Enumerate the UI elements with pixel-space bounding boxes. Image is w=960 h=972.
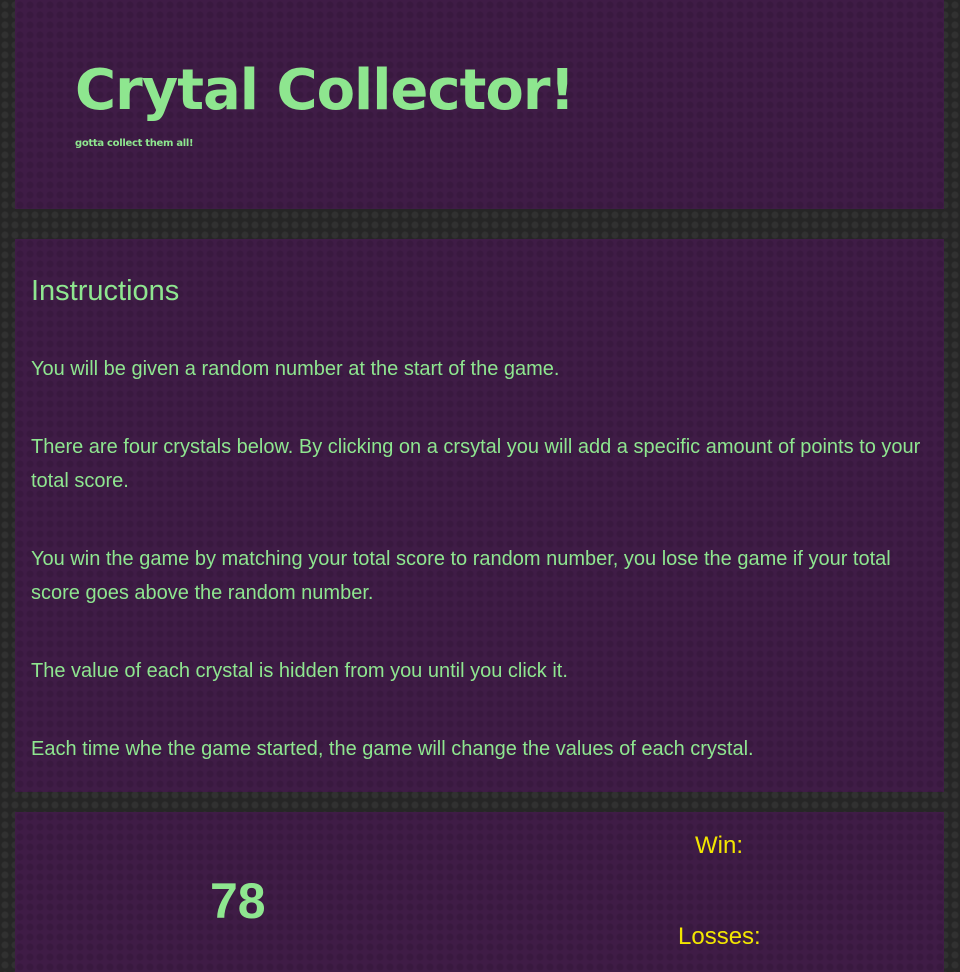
game-panel: 78 Win: Losses: bbox=[15, 812, 944, 972]
instruction-paragraph: You will be given a random number at the… bbox=[31, 358, 560, 380]
page-title: Crytal Collector! bbox=[75, 58, 575, 123]
instruction-paragraph: You win the game by matching your total … bbox=[31, 548, 891, 604]
page-subtitle: gotta collect them all! bbox=[75, 138, 194, 149]
header-jumbotron: Crytal Collector! gotta collect them all… bbox=[15, 0, 944, 209]
instruction-paragraph: The value of each crystal is hidden from… bbox=[31, 660, 568, 682]
losses-counter: Losses: bbox=[678, 923, 761, 950]
instructions-heading: Instructions bbox=[31, 275, 180, 307]
instruction-paragraph: Each time whe the game started, the game… bbox=[31, 738, 754, 760]
wins-counter: Win: bbox=[695, 832, 743, 859]
random-number-display: 78 bbox=[210, 873, 266, 929]
instructions-panel: Instructions You will be given a random … bbox=[15, 239, 944, 792]
instruction-paragraph: There are four crystals below. By clicki… bbox=[31, 436, 921, 492]
